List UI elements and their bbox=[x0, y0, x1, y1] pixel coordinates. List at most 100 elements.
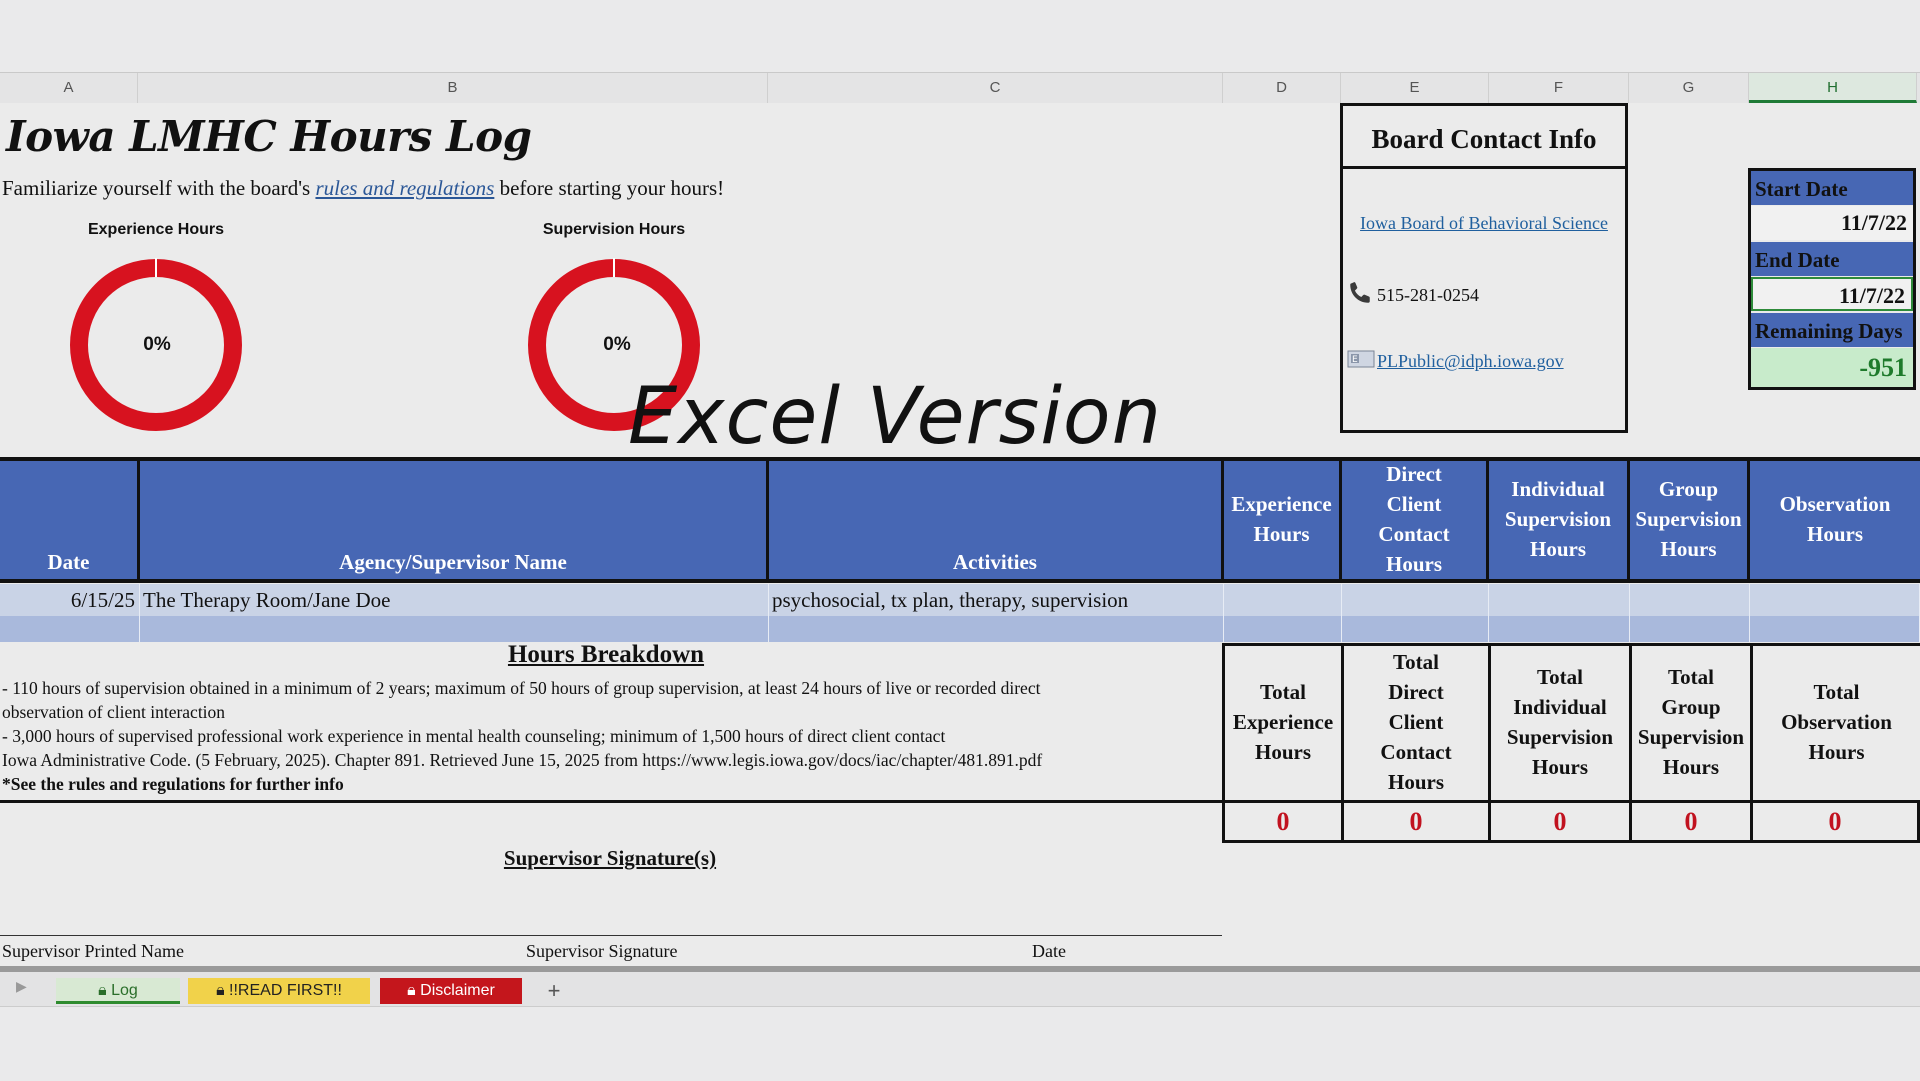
header-agency[interactable]: Agency/Supervisor Name bbox=[140, 461, 769, 579]
column-header-e[interactable]: E bbox=[1341, 73, 1489, 103]
tab-log[interactable]: 🔒︎ Log bbox=[56, 978, 180, 1004]
cell-empty[interactable] bbox=[769, 616, 1224, 642]
total-direct-line-1: Total bbox=[1393, 650, 1439, 674]
tab-read-first-label: !!READ FIRST!! bbox=[229, 982, 342, 999]
signature-date-label: Date bbox=[1032, 941, 1066, 961]
total-direct-line-3: Client bbox=[1388, 710, 1444, 734]
total-observation-line-1: Total bbox=[1813, 680, 1860, 704]
total-experience-line-3: Hours bbox=[1254, 740, 1311, 764]
subtitle-text-post: before starting your hours! bbox=[494, 176, 725, 200]
total-individual-line-3: Supervision bbox=[1506, 725, 1614, 749]
cell-empty[interactable] bbox=[1630, 616, 1750, 642]
tab-log-label: Log bbox=[111, 982, 138, 999]
header-group-supervision-hours[interactable]: Group Supervision Hours bbox=[1630, 461, 1750, 579]
total-direct-line-4: Contact bbox=[1380, 740, 1452, 764]
cell-observation-hours[interactable] bbox=[1750, 584, 1920, 616]
sheet-tab-bar: ▶ 🔒︎ Log 🔒︎ !!READ FIRST!! 🔒︎ Disclaimer… bbox=[0, 966, 1920, 1006]
cell-empty[interactable] bbox=[1750, 616, 1920, 642]
table-row-empty bbox=[0, 616, 1920, 642]
column-header-c[interactable]: C bbox=[768, 73, 1223, 103]
start-date-value[interactable]: 11/7/22 bbox=[1751, 206, 1913, 240]
total-individual-header: Total Individual Supervision Hours bbox=[1488, 646, 1629, 800]
log-table-header: Date Agency/Supervisor Name Activities E… bbox=[0, 457, 1920, 583]
excel-version-overlay: Excel Version bbox=[628, 372, 1163, 462]
tab-read-first[interactable]: 🔒︎ !!READ FIRST!! bbox=[188, 978, 370, 1004]
experience-percent: 0% bbox=[143, 334, 171, 355]
total-observation-value[interactable]: 0 bbox=[1750, 803, 1920, 840]
cell-group-hours[interactable] bbox=[1630, 584, 1750, 616]
board-website-link[interactable]: Iowa Board of Behavioral Science bbox=[1360, 213, 1608, 233]
end-date-value[interactable]: 11/7/22 bbox=[1751, 277, 1913, 311]
rules-link[interactable]: rules and regulations bbox=[315, 176, 494, 200]
cell-agency[interactable]: The Therapy Room/Jane Doe bbox=[140, 584, 769, 616]
total-direct-line-5: Hours bbox=[1387, 770, 1444, 794]
column-header-b[interactable]: B bbox=[138, 73, 768, 103]
total-individual-value[interactable]: 0 bbox=[1488, 803, 1629, 840]
breakdown-divider bbox=[0, 800, 1222, 803]
email-icon: E bbox=[1347, 349, 1377, 374]
cell-empty[interactable] bbox=[1224, 616, 1342, 642]
tab-disclaimer[interactable]: 🔒︎ Disclaimer bbox=[380, 978, 522, 1004]
cell-empty[interactable] bbox=[0, 616, 140, 642]
total-group-line-4: Hours bbox=[1662, 755, 1719, 779]
header-direct-line-4: Hours bbox=[1385, 552, 1442, 576]
add-sheet-button[interactable]: + bbox=[534, 978, 574, 1004]
header-group-line-1: Group bbox=[1658, 477, 1719, 501]
header-direct-client-contact-hours[interactable]: Direct Client Contact Hours bbox=[1342, 461, 1489, 579]
tab-disclaimer-label: Disclaimer bbox=[420, 982, 495, 999]
svg-text:E: E bbox=[1352, 355, 1358, 365]
total-direct-header: Total Direct Client Contact Hours bbox=[1341, 646, 1488, 800]
cell-empty[interactable] bbox=[1342, 616, 1489, 642]
supervision-hours-label: Supervision Hours bbox=[542, 221, 686, 238]
remaining-days-value: -951 bbox=[1751, 348, 1913, 387]
column-header-d[interactable]: D bbox=[1223, 73, 1341, 103]
column-header-g[interactable]: G bbox=[1629, 73, 1749, 103]
cell-direct-hours[interactable] bbox=[1342, 584, 1489, 616]
supervisor-signature-title: Supervisor Signature(s) bbox=[503, 846, 717, 870]
column-header-h[interactable]: H bbox=[1749, 73, 1917, 103]
breakdown-line: - 3,000 hours of supervised professional… bbox=[2, 726, 946, 746]
total-direct-value[interactable]: 0 bbox=[1341, 803, 1488, 840]
column-header-f[interactable]: F bbox=[1489, 73, 1629, 103]
cell-date[interactable]: 6/15/25 bbox=[0, 584, 140, 616]
window-bottom-blank bbox=[0, 1006, 1920, 1081]
header-individual-line-3: Hours bbox=[1529, 537, 1586, 561]
header-experience-line-1: Experience bbox=[1231, 492, 1332, 516]
header-observation-line-2: Hours bbox=[1806, 522, 1863, 546]
total-experience-value[interactable]: 0 bbox=[1222, 803, 1341, 840]
cell-activities[interactable]: psychosocial, tx plan, therapy, supervis… bbox=[769, 584, 1224, 616]
printed-name-label: Supervisor Printed Name bbox=[2, 941, 184, 961]
header-individual-supervision-hours[interactable]: Individual Supervision Hours bbox=[1489, 461, 1630, 579]
phone-icon bbox=[1347, 280, 1377, 311]
breakdown-line: observation of client interaction bbox=[2, 702, 226, 722]
total-observation-line-2: Observation bbox=[1781, 710, 1892, 734]
cell-experience-hours[interactable] bbox=[1224, 584, 1342, 616]
header-direct-line-2: Client bbox=[1386, 492, 1442, 516]
breakdown-line: - 110 hours of supervision obtained in a… bbox=[2, 678, 1041, 698]
header-date[interactable]: Date bbox=[0, 461, 140, 579]
scroll-left-icon[interactable]: ▶ bbox=[16, 978, 27, 995]
lock-icon: 🔒︎ bbox=[407, 982, 416, 999]
header-direct-line-1: Direct bbox=[1386, 462, 1442, 486]
breakdown-note: *See the rules and regulations for furth… bbox=[2, 774, 344, 794]
header-activities[interactable]: Activities bbox=[769, 461, 1224, 579]
column-header-a[interactable]: A bbox=[0, 73, 138, 103]
cell-empty[interactable] bbox=[1489, 616, 1630, 642]
cell-individual-hours[interactable] bbox=[1489, 584, 1630, 616]
total-group-line-3: Supervision bbox=[1637, 725, 1745, 749]
total-group-value[interactable]: 0 bbox=[1629, 803, 1750, 840]
end-date-label: End Date bbox=[1751, 242, 1913, 276]
cell-empty[interactable] bbox=[140, 616, 769, 642]
board-contact-box: Board Contact Info Iowa Board of Behavio… bbox=[1340, 103, 1628, 433]
header-observation-hours[interactable]: Observation Hours bbox=[1750, 461, 1920, 579]
contact-title: Board Contact Info bbox=[1343, 106, 1625, 169]
board-email-link[interactable]: PLPublic@idph.iowa.gov bbox=[1377, 351, 1564, 372]
lock-icon: 🔒︎ bbox=[216, 982, 225, 999]
lock-icon: 🔒︎ bbox=[98, 982, 107, 999]
totals-header-row: Total Experience Hours Total Direct Clie… bbox=[1222, 643, 1920, 803]
supervision-percent: 0% bbox=[603, 334, 631, 355]
total-observation-header: Total Observation Hours bbox=[1750, 646, 1920, 800]
header-observation-line-1: Observation bbox=[1779, 492, 1891, 516]
total-group-line-2: Group bbox=[1661, 695, 1721, 719]
header-experience-hours[interactable]: Experience Hours bbox=[1224, 461, 1342, 579]
